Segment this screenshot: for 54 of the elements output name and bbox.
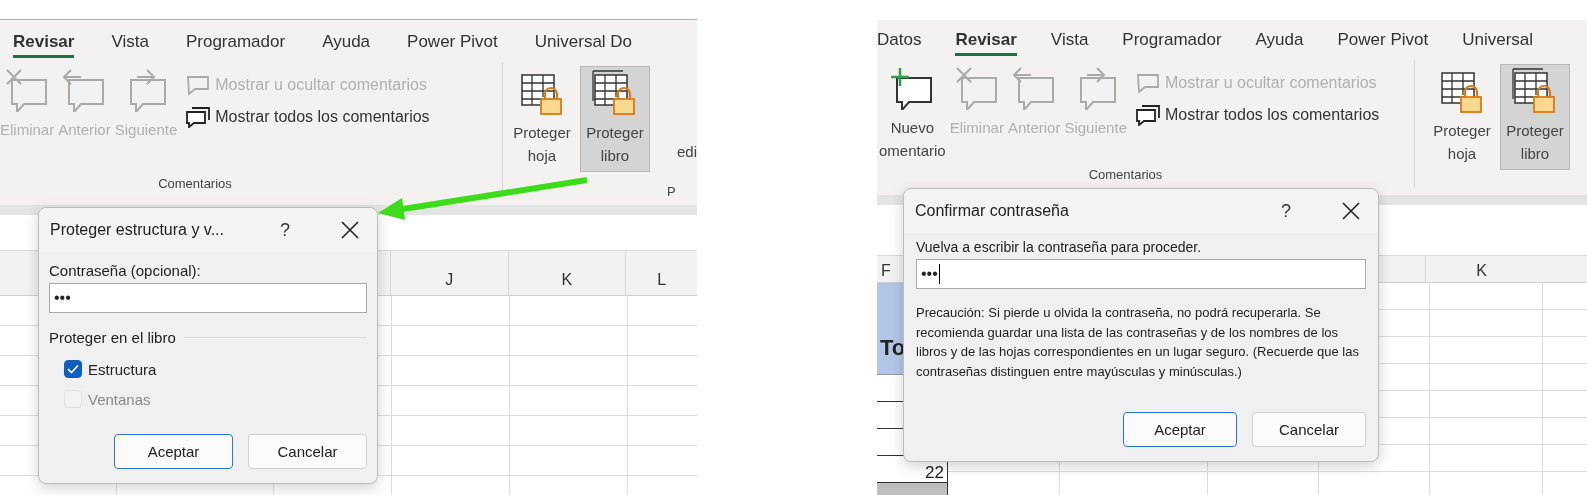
delete-comment-icon	[953, 66, 1000, 110]
field-label: Vuelva a escribir la contraseña para proceder.	[916, 239, 1203, 255]
checkbox[interactable]	[64, 360, 82, 378]
help-button[interactable]: ?	[1266, 199, 1306, 223]
dialog-button[interactable]: Aceptar	[1123, 412, 1237, 447]
column-header[interactable]: L	[625, 251, 697, 295]
comments-icon	[185, 106, 212, 128]
ribbon-tab[interactable]: Ayuda	[1255, 30, 1304, 56]
help-button[interactable]: ?	[265, 218, 305, 242]
column-header[interactable]: K	[1425, 256, 1537, 282]
dialog-title: Proteger estructura y v...	[50, 221, 225, 239]
ribbon-button-label[interactable]: edi	[676, 143, 697, 160]
checkbox-label: Ventanas	[88, 390, 151, 408]
check-icon	[67, 364, 79, 374]
ribbon-tab[interactable]: Ayuda	[322, 32, 371, 58]
dialog-button[interactable]: Cancelar	[248, 434, 367, 469]
ribbon-button[interactable]: Nuevo omentario	[877, 64, 948, 164]
protect-workbook-icon	[1512, 67, 1558, 113]
ribbon-button[interactable]: Proteger hoja	[1427, 64, 1497, 170]
ribbon-tab[interactable]: Programador	[1122, 30, 1222, 56]
dialog-button[interactable]: Aceptar	[114, 434, 233, 469]
ribbon-tab[interactable]: Power Pivot	[1337, 30, 1429, 56]
dialog-title: Confirmar contraseña	[915, 202, 1070, 220]
ribbon-button[interactable]: Mostrar todos los comentarios	[1133, 102, 1382, 128]
comment-icon	[185, 74, 212, 96]
ribbon-button[interactable]: Proteger hoja	[506, 66, 577, 172]
password-field[interactable]: •••	[49, 283, 367, 313]
ribbon-tab[interactable]: Power Pivot	[407, 32, 498, 58]
ribbon-tab[interactable]: Vista	[111, 32, 149, 58]
column-header[interactable]: K	[507, 251, 626, 295]
ribbon-button[interactable]: Proteger libro	[1500, 64, 1570, 170]
close-icon	[341, 221, 359, 239]
dialog-button[interactable]: Cancelar	[1252, 412, 1366, 447]
column-header[interactable]: J	[390, 251, 508, 295]
ribbon-tab[interactable]: Universal	[1462, 30, 1534, 56]
ribbon-tab[interactable]: Revisar	[955, 30, 1017, 56]
checkbox-label: Estructura	[88, 360, 157, 378]
ribbon-tab[interactable]: Programador	[185, 32, 286, 58]
comment-icon	[1135, 72, 1161, 94]
ribbon-button[interactable]: Proteger libro	[579, 66, 650, 172]
ribbon-tab[interactable]: Universal Do	[534, 32, 633, 58]
group-label: P	[665, 184, 677, 199]
comments-icon	[1135, 104, 1161, 126]
protect-workbook-icon	[591, 69, 638, 115]
field-label: Contraseña (opcional):	[49, 262, 202, 279]
group-title: Proteger en el libro	[49, 329, 176, 346]
ribbon-tab[interactable]: Datos	[877, 30, 922, 56]
group-label: Comentarios	[157, 176, 233, 191]
ribbon-button[interactable]: Mostrar todos los comentarios	[183, 104, 432, 130]
ribbon-tab[interactable]: Revisar	[13, 32, 75, 58]
password-field[interactable]: •••	[916, 259, 1366, 289]
close-icon	[1342, 202, 1360, 220]
ribbon-tab[interactable]: Vista	[1050, 30, 1089, 56]
group-label: Comentarios	[1087, 169, 1164, 181]
